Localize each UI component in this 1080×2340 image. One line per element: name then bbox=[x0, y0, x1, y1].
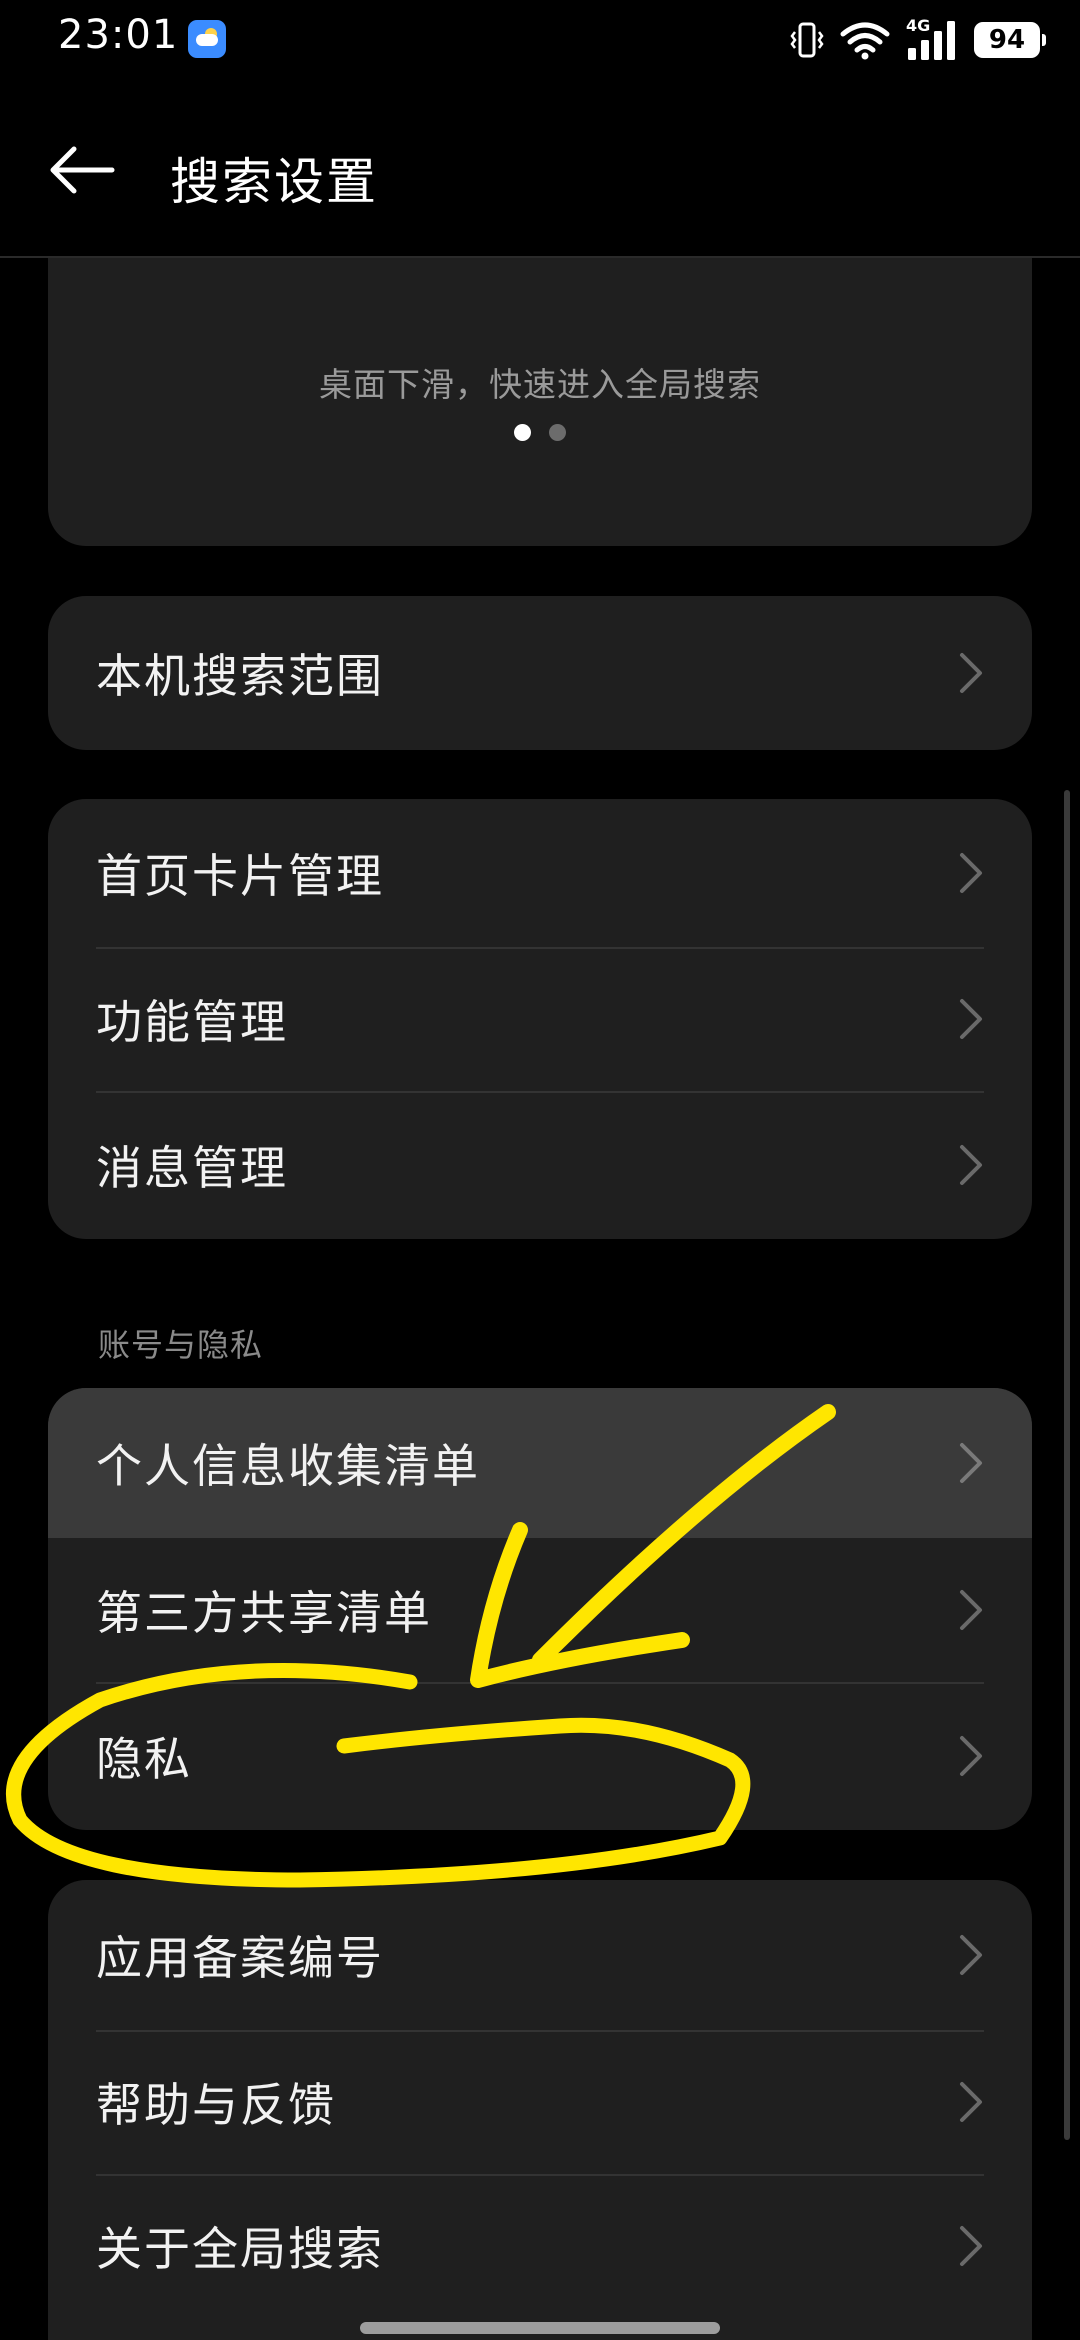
signal-icon: 4G bbox=[906, 16, 958, 62]
banner-caption: 桌面下滑，快速进入全局搜索 bbox=[319, 365, 761, 404]
chevron-right-icon bbox=[958, 1143, 984, 1187]
list-item-help-feedback[interactable]: 帮助与反馈 bbox=[48, 2030, 1032, 2174]
app-bar: 搜索设置 bbox=[0, 80, 1080, 258]
section-header-account-privacy: 账号与隐私 bbox=[98, 1326, 264, 1364]
list-item-local-search-scope[interactable]: 本机搜索范围 bbox=[48, 596, 1032, 750]
list-item-personal-info-collection[interactable]: 个人信息收集清单 bbox=[48, 1388, 1032, 1538]
list-item-label: 隐私 bbox=[96, 1732, 192, 1786]
status-time: 23:01 bbox=[58, 12, 179, 58]
weather-icon bbox=[188, 20, 226, 58]
list-item-label: 个人信息收集清单 bbox=[96, 1439, 480, 1493]
carousel-page-indicator bbox=[48, 424, 1032, 441]
settings-group-local-search: 本机搜索范围 bbox=[48, 596, 1032, 750]
chevron-right-icon bbox=[958, 997, 984, 1041]
chevron-right-icon bbox=[958, 651, 984, 695]
status-icons: 4G 94 bbox=[790, 16, 1046, 64]
settings-group-about: 应用备案编号 帮助与反馈 关于全局搜索 bbox=[48, 1880, 1032, 2340]
wifi-icon bbox=[840, 20, 890, 60]
chevron-right-icon bbox=[958, 1588, 984, 1632]
list-item-home-card-management[interactable]: 首页卡片管理 bbox=[48, 799, 1032, 947]
chevron-right-icon bbox=[958, 1441, 984, 1485]
chevron-right-icon bbox=[958, 2224, 984, 2268]
arrow-left-icon bbox=[50, 146, 115, 194]
list-item-feature-management[interactable]: 功能管理 bbox=[48, 947, 1032, 1091]
list-item-message-management[interactable]: 消息管理 bbox=[48, 1091, 1032, 1239]
chevron-right-icon bbox=[958, 1933, 984, 1977]
battery-icon: 94 bbox=[974, 22, 1046, 58]
scrollbar[interactable] bbox=[1064, 790, 1070, 2140]
list-item-label: 关于全局搜索 bbox=[96, 2222, 384, 2276]
carousel-dot bbox=[514, 424, 531, 441]
list-item-third-party-sharing[interactable]: 第三方共享清单 bbox=[48, 1538, 1032, 1682]
vibrate-icon bbox=[790, 20, 824, 60]
carousel-dot bbox=[549, 424, 566, 441]
settings-list[interactable]: 桌面下滑，快速进入全局搜索 本机搜索范围 首页卡片管理 功能管理 消息管理 账号… bbox=[0, 258, 1080, 2340]
list-item-label: 首页卡片管理 bbox=[96, 849, 384, 903]
settings-group-management: 首页卡片管理 功能管理 消息管理 bbox=[48, 799, 1032, 1239]
search-guide-banner[interactable]: 桌面下滑，快速进入全局搜索 bbox=[48, 258, 1032, 546]
list-item-label: 本机搜索范围 bbox=[96, 649, 384, 703]
list-item-label: 消息管理 bbox=[96, 1141, 288, 1195]
list-item-label: 帮助与反馈 bbox=[96, 2078, 336, 2132]
list-item-privacy[interactable]: 隐私 bbox=[48, 1682, 1032, 1830]
list-item-label: 功能管理 bbox=[96, 995, 288, 1049]
status-bar: 23:01 4G 94 bbox=[0, 0, 1080, 80]
chevron-right-icon bbox=[958, 851, 984, 895]
chevron-right-icon bbox=[958, 1734, 984, 1778]
page-title: 搜索设置 bbox=[170, 153, 378, 211]
list-item-label: 应用备案编号 bbox=[96, 1931, 384, 1985]
list-item-label: 第三方共享清单 bbox=[96, 1586, 432, 1640]
list-item-app-filing-number[interactable]: 应用备案编号 bbox=[48, 1880, 1032, 2030]
back-button[interactable] bbox=[40, 135, 120, 205]
settings-group-account-privacy: 个人信息收集清单 第三方共享清单 隐私 bbox=[48, 1388, 1032, 1830]
list-item-about-global-search[interactable]: 关于全局搜索 bbox=[48, 2174, 1032, 2318]
chevron-right-icon bbox=[958, 2080, 984, 2124]
home-indicator[interactable] bbox=[360, 2322, 720, 2334]
